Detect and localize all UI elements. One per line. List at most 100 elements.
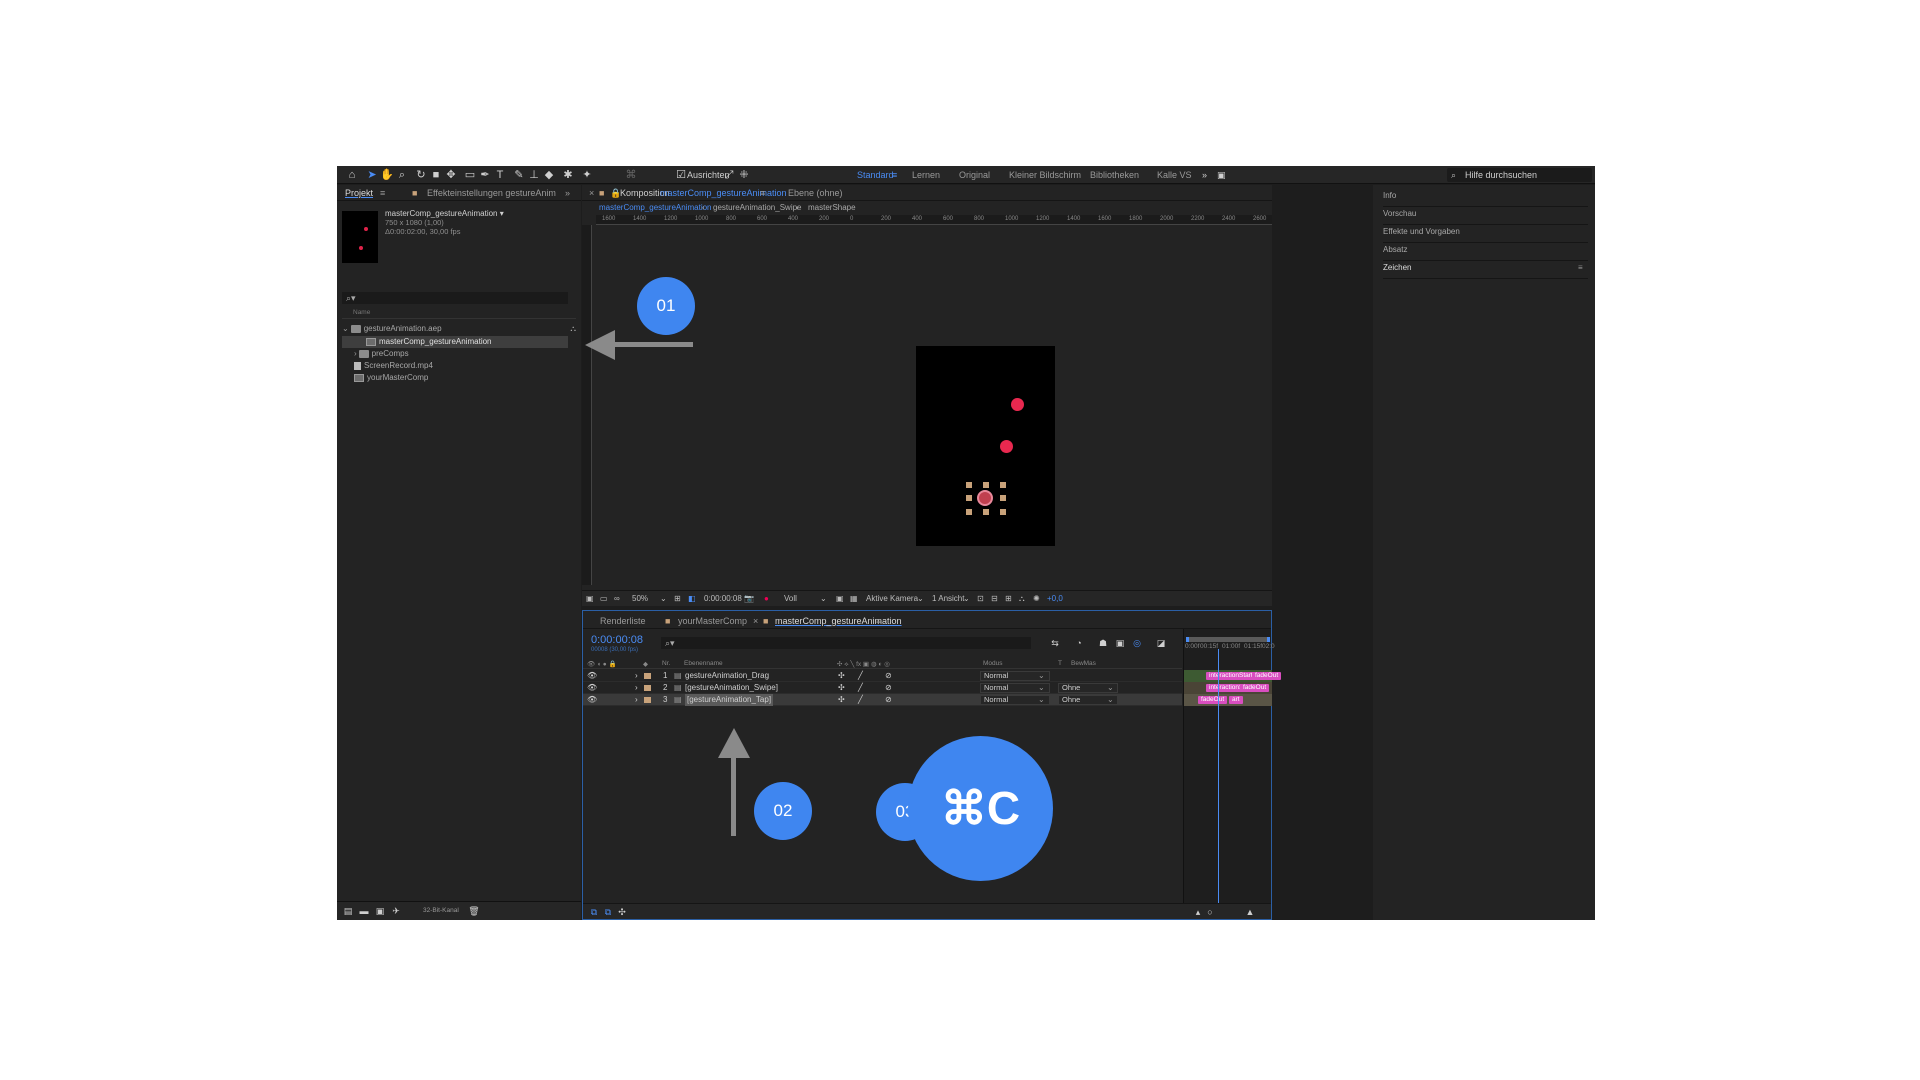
camera-tool-icon[interactable]: ■ (429, 168, 443, 182)
flow-item-master[interactable]: masterComp_gestureAnimation (599, 203, 712, 212)
tab-menu-icon[interactable]: ≡ (760, 188, 765, 198)
tap-gesture-shape[interactable] (977, 490, 993, 506)
visibility-eye-icon[interactable]: 👁 (587, 694, 597, 706)
tab-project[interactable]: Projekt (345, 188, 373, 198)
close-tab-icon[interactable]: × (589, 188, 594, 198)
workspace-kalle-vs[interactable]: Kalle VS (1157, 170, 1192, 180)
layer-row-1[interactable]: 👁 › 1 ▤ gestureAnimation_Drag ✣ ╱ ⊘ Norm… (583, 670, 1182, 682)
zoom-tool-icon[interactable]: ⌕ (395, 168, 409, 182)
column-track-matte[interactable]: BewMas (1071, 660, 1096, 667)
workspace-standard[interactable]: Standard (857, 170, 894, 180)
mask-visibility-icon[interactable]: ∞ (614, 594, 620, 603)
quality-switch-icon[interactable]: ╱ (858, 694, 863, 706)
column-name[interactable]: Name (353, 309, 370, 316)
transform-handle[interactable] (966, 495, 972, 501)
monitor-icon[interactable]: ▭ (600, 594, 608, 603)
transform-handle[interactable] (1000, 509, 1006, 515)
shy-switch-icon[interactable]: ✣ (838, 670, 845, 682)
tab-master-comp[interactable]: masterComp_gestureAnimation (775, 616, 902, 626)
tab-your-master-comp[interactable]: yourMasterComp (678, 616, 747, 626)
layer-label-color[interactable] (644, 673, 651, 679)
help-search-input[interactable]: ⌕ Hilfe durchsuchen (1447, 168, 1592, 182)
layer-row-2[interactable]: 👁 › 2 ▤ [gestureAnimation_Swipe] ✣ ╱ ⊘ N… (583, 682, 1182, 694)
layer-name[interactable]: [gestureAnimation_Swipe] (685, 682, 778, 694)
layer-marker[interactable]: art (1229, 696, 1243, 704)
column-mode[interactable]: Modus (983, 660, 1003, 667)
roto-brush-tool-icon[interactable]: ✱ (561, 168, 575, 182)
layer-name-selected[interactable]: [gestureAnimation_Tap] (685, 694, 774, 706)
layer-marker[interactable]: fadeOut (1198, 696, 1228, 704)
visibility-eye-icon[interactable]: 👁 (587, 682, 597, 694)
transfer-controls-icon[interactable]: ⧉ (601, 905, 615, 919)
exposure-reset-icon[interactable]: ✺ (1033, 594, 1040, 603)
bit-depth-button[interactable]: 32-Bit-Kanal (423, 907, 459, 914)
clone-stamp-tool-icon[interactable]: ⊥ (527, 168, 541, 182)
tab-menu-icon[interactable]: ≡ (876, 616, 881, 626)
layer-label-color[interactable] (644, 697, 651, 703)
close-tab-icon[interactable]: × (753, 616, 758, 626)
layer-marker[interactable]: fadeOut (1240, 684, 1270, 692)
motion-blur-icon[interactable]: ◎ (1130, 636, 1144, 650)
workspace-original[interactable]: Original (959, 170, 990, 180)
rectangle-tool-icon[interactable]: ▭ (463, 168, 477, 182)
layer-marker[interactable]: interactionStart (1206, 672, 1256, 680)
toggle-pixel-icon[interactable]: ⊡ (977, 594, 984, 603)
timeline-graph[interactable]: 0:00f 00:15f 01:00f 01:15f 02:0 interact… (1183, 629, 1282, 919)
workspace-menu-icon[interactable]: ≡ (892, 170, 897, 180)
pan-behind-tool-icon[interactable]: ✥ (444, 168, 458, 182)
layer-label-color[interactable] (644, 685, 651, 691)
expand-layer-icon[interactable]: › (635, 682, 638, 694)
transform-handle[interactable] (983, 509, 989, 515)
workspace-libraries[interactable]: Bibliotheken (1090, 170, 1139, 180)
mode-chevron-icon[interactable]: ⌄ (1038, 682, 1045, 694)
project-item-your-master-comp[interactable]: yourMasterComp (342, 372, 568, 384)
timeline-search-input[interactable]: ⌕▾ (661, 637, 1031, 649)
in-out-icon[interactable]: ✣ (615, 905, 629, 919)
camera-chevron-icon[interactable]: ⌄ (917, 594, 924, 603)
drag-dot[interactable] (1000, 440, 1013, 453)
panel-overflow-icon[interactable]: » (565, 188, 570, 198)
resolution-chevron-icon[interactable]: ⌄ (820, 594, 827, 603)
views-select[interactable]: 1 Ansicht (932, 594, 964, 603)
hand-tool-icon[interactable]: ✋ (380, 168, 394, 182)
swipe-dot[interactable] (1011, 398, 1024, 411)
workspace-lernen[interactable]: Lernen (912, 170, 940, 180)
camera-select[interactable]: Aktive Kamera (866, 594, 918, 603)
puppet-tool-icon[interactable]: ✦ (580, 168, 594, 182)
new-comp-icon[interactable]: ▣ (373, 904, 387, 918)
workspace-panel-icon[interactable]: ▣ (1217, 170, 1226, 181)
exposure-value[interactable]: +0,0 (1047, 594, 1063, 603)
shy-switch-icon[interactable]: ✣ (838, 694, 845, 706)
resolution-select[interactable]: Voll (784, 594, 797, 603)
transform-handle[interactable] (966, 482, 972, 488)
motion-blur-switch-icon[interactable]: ⊘ (885, 670, 892, 682)
workspace-small-screen[interactable]: Kleiner Bildschirm (1009, 170, 1081, 180)
views-chevron-icon[interactable]: ⌄ (963, 594, 970, 603)
frame-blending-icon[interactable]: ▣ (1113, 636, 1127, 650)
project-item-screenrecord[interactable]: ScreenRecord.mp4 (342, 360, 568, 372)
track-matte-chevron-icon[interactable]: ⌄ (1107, 694, 1114, 706)
new-folder-icon[interactable]: ▬ (357, 904, 371, 918)
transform-handle[interactable] (966, 509, 972, 515)
panel-menu-icon[interactable]: ≡ (1578, 263, 1583, 272)
timeline-timecode[interactable]: 0:00:00:08 (591, 634, 643, 646)
more-workspaces-icon[interactable]: » (1202, 170, 1207, 180)
home-icon[interactable]: ⌂ (345, 168, 359, 182)
flow-item-mastershape[interactable]: masterShape (808, 203, 856, 212)
transform-handle[interactable] (1000, 482, 1006, 488)
viewer-canvas[interactable] (596, 225, 1272, 583)
tab-render-queue[interactable]: Renderliste (600, 616, 646, 626)
transform-handle[interactable] (1000, 495, 1006, 501)
tab-effect-controls[interactable]: Effekteinstellungen gestureAnim (427, 188, 556, 198)
comp-info-name[interactable]: masterComp_gestureAnimation ▾ (385, 209, 504, 218)
tab-composition-name[interactable]: masterComp_gestureAnimation (660, 188, 787, 198)
align-checkbox-icon[interactable]: ☑ (674, 168, 688, 182)
flowchart-icon[interactable]: ⛬ (570, 323, 576, 335)
transform-handle[interactable] (983, 482, 989, 488)
mode-chevron-icon[interactable]: ⌄ (1038, 694, 1045, 706)
composition-frame[interactable] (916, 346, 1055, 546)
expand-layer-icon[interactable]: › (635, 694, 638, 706)
eraser-tool-icon[interactable]: ◆ (542, 168, 556, 182)
roi-icon[interactable]: ▣ (836, 594, 844, 603)
motion-blur-switch-icon[interactable]: ⊘ (885, 694, 892, 706)
